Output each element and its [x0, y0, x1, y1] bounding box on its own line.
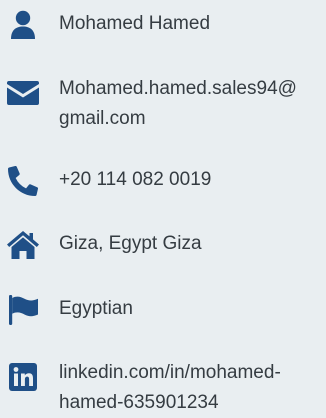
home-icon — [6, 228, 40, 262]
contact-linkedin-link[interactable]: linkedin.com/in/mohamed- hamed-635901234 — [59, 358, 325, 418]
user-icon — [6, 8, 40, 42]
contact-nationality: Egyptian — [59, 298, 133, 319]
flag-icon — [6, 293, 40, 327]
contact-address: Giza, Egypt Giza — [59, 233, 202, 254]
envelope-icon — [6, 76, 40, 110]
contact-name: Mohamed Hamed — [59, 13, 211, 34]
contact-phone[interactable]: +20 114 082 0019 — [59, 165, 325, 195]
linkedin-icon — [6, 360, 40, 394]
phone-icon — [6, 164, 40, 198]
contact-info-list: Mohamed Hamed Mohamed.hamed.sales94@ gma… — [0, 0, 326, 413]
contact-email[interactable]: Mohamed.hamed.sales94@ gmail.com — [59, 74, 325, 134]
